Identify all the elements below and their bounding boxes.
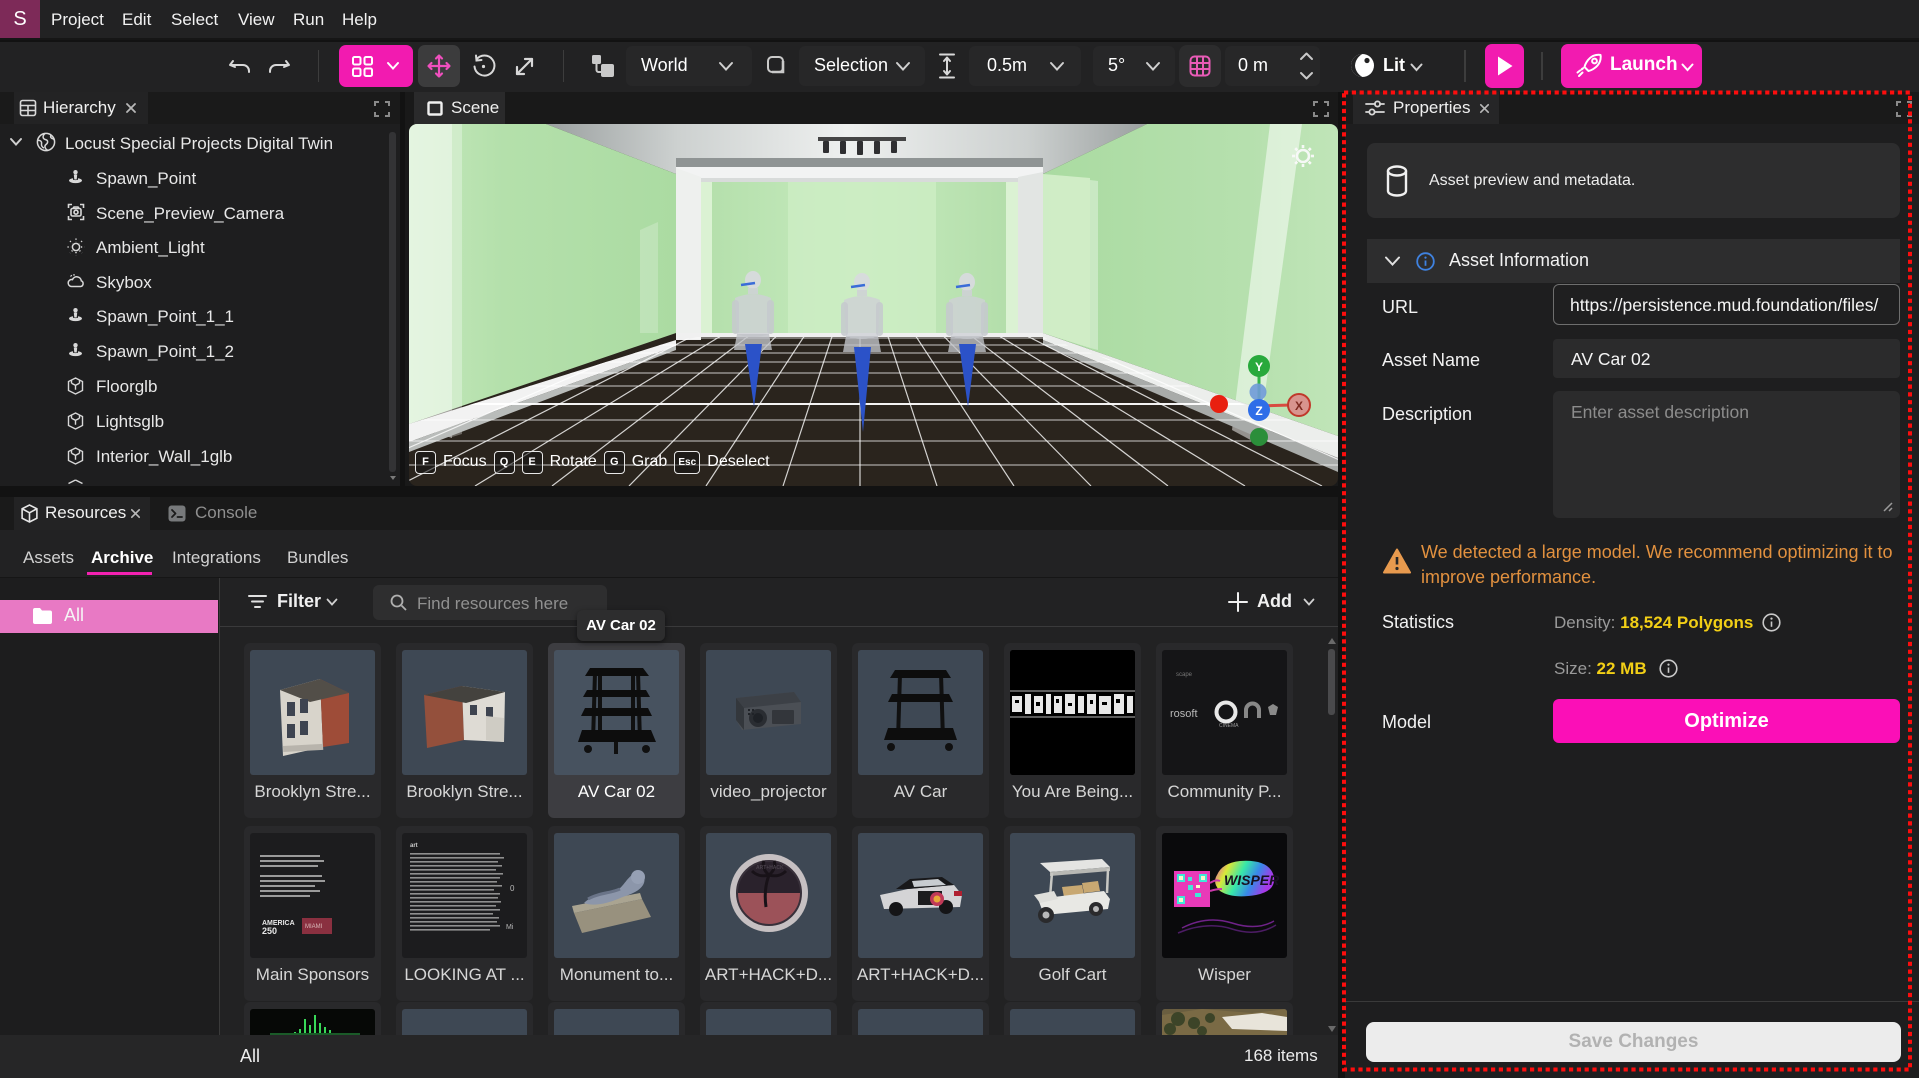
svg-text:X: X bbox=[1295, 399, 1303, 413]
svg-text:art: art bbox=[410, 843, 418, 849]
svg-text:Y: Y bbox=[1255, 360, 1263, 374]
svg-text:Mi: Mi bbox=[506, 924, 514, 931]
svg-text:MIAMI: MIAMI bbox=[305, 924, 323, 930]
svg-text:rosoft: rosoft bbox=[1170, 708, 1198, 720]
svg-text:250: 250 bbox=[262, 926, 277, 936]
svg-text:0: 0 bbox=[510, 884, 515, 893]
svg-text:scape: scape bbox=[1176, 672, 1193, 678]
svg-text:CINEMA: CINEMA bbox=[1219, 723, 1239, 729]
svg-text:ART+HACK: ART+HACK bbox=[756, 865, 784, 871]
svg-text:Z: Z bbox=[1255, 404, 1262, 418]
svg-text:WISPER: WISPER bbox=[1224, 872, 1280, 888]
